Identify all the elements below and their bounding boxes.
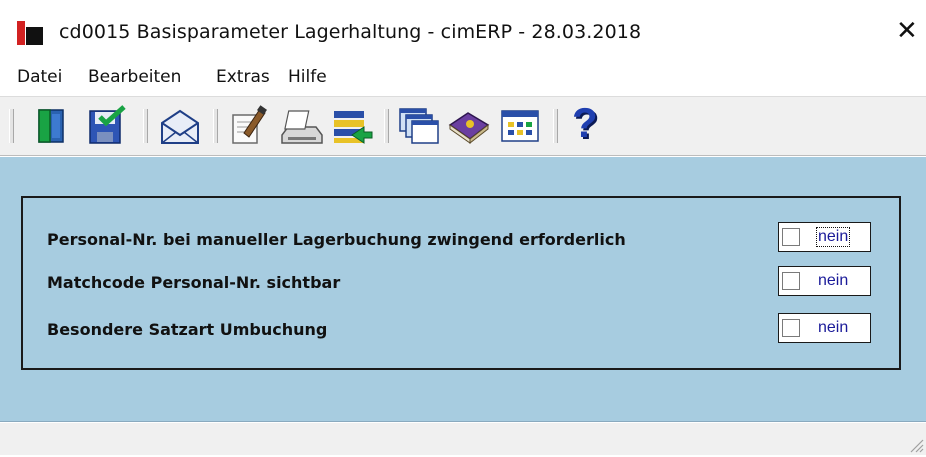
title-bar: cd0015 Basisparameter Lagerhaltung - cim… bbox=[0, 0, 926, 62]
table-window-icon[interactable] bbox=[498, 105, 542, 147]
edit-document-icon[interactable] bbox=[228, 105, 268, 147]
param-label-personal-nr-required: Personal-Nr. bei manueller Lagerbuchung … bbox=[47, 230, 626, 249]
toolbar-separator bbox=[143, 109, 148, 143]
list-transfer-icon[interactable] bbox=[330, 105, 374, 147]
param-control-personal-nr-required: nein bbox=[778, 222, 871, 252]
resize-grip-icon[interactable] bbox=[908, 437, 924, 453]
toolbar: ? bbox=[0, 96, 926, 156]
menu-bearbeiten[interactable]: Bearbeiten bbox=[88, 67, 181, 87]
param-control-besondere-satzart: nein bbox=[778, 313, 871, 343]
value-personal-nr-required: nein bbox=[815, 227, 851, 247]
toolbar-grip bbox=[9, 109, 14, 143]
checkbox-personal-nr-required[interactable] bbox=[782, 228, 800, 246]
checkbox-besondere-satzart[interactable] bbox=[782, 319, 800, 337]
help-glyph: ? bbox=[572, 99, 598, 146]
status-bar bbox=[0, 422, 926, 455]
close-icon[interactable]: ✕ bbox=[896, 18, 918, 44]
window-title: cd0015 Basisparameter Lagerhaltung - cim… bbox=[59, 21, 642, 43]
checkbox-matchcode-visible[interactable] bbox=[782, 272, 800, 290]
toolbar-separator bbox=[384, 109, 389, 143]
exit-door-icon[interactable] bbox=[32, 105, 72, 147]
menu-datei[interactable]: Datei bbox=[17, 67, 62, 87]
param-label-matchcode-visible: Matchcode Personal-Nr. sichtbar bbox=[47, 273, 341, 292]
app-icon bbox=[17, 21, 43, 45]
help-icon[interactable]: ? bbox=[566, 99, 602, 147]
print-icon[interactable] bbox=[280, 105, 324, 147]
menu-extras[interactable]: Extras bbox=[216, 67, 270, 87]
value-matchcode-visible: nein bbox=[818, 272, 849, 289]
param-label-besondere-satzart: Besondere Satzart Umbuchung bbox=[47, 320, 328, 339]
mail-icon[interactable] bbox=[158, 105, 202, 147]
value-besondere-satzart: nein bbox=[818, 319, 849, 336]
toolbar-separator bbox=[213, 109, 218, 143]
menu-hilfe[interactable]: Hilfe bbox=[288, 67, 327, 87]
book-icon[interactable] bbox=[446, 105, 492, 147]
toolbar-separator bbox=[553, 109, 558, 143]
content-area: Personal-Nr. bei manueller Lagerbuchung … bbox=[0, 157, 926, 422]
param-control-matchcode-visible: nein bbox=[778, 266, 871, 296]
save-icon[interactable] bbox=[86, 105, 130, 147]
windows-cascade-icon[interactable] bbox=[396, 105, 442, 147]
menu-bar: Datei Bearbeiten Extras Hilfe bbox=[0, 62, 926, 96]
